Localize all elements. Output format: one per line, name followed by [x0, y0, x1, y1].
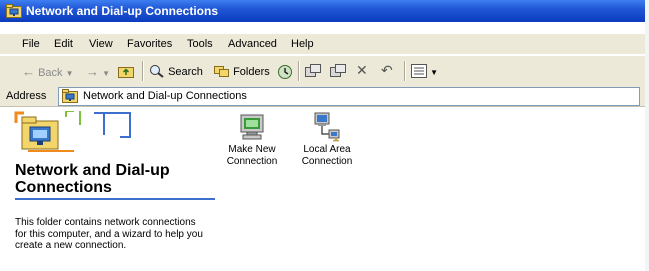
- back-arrow-icon: ←: [22, 64, 35, 79]
- menu-bar: File Edit View Favorites Tools Advanced …: [0, 34, 645, 54]
- delete-icon[interactable]: ✕: [356, 62, 368, 79]
- local-area-connection-label-2: Connection: [301, 156, 353, 167]
- make-new-connection-item[interactable]: Make New Connection: [212, 112, 292, 168]
- explorer-window: Network and Dial-up Connections File Edi…: [0, 0, 649, 271]
- make-new-connection-icon: [240, 114, 264, 140]
- address-input[interactable]: Network and Dial-up Connections: [58, 87, 640, 106]
- address-bar: Address Network and Dial-up Connections: [0, 86, 645, 107]
- pane-title-line2: Connections: [15, 179, 112, 196]
- menu-help[interactable]: Help: [291, 38, 314, 50]
- make-new-connection-label-2: Connection: [226, 156, 278, 167]
- folders-icon: [214, 66, 229, 77]
- move-to-button[interactable]: [305, 64, 321, 78]
- toolbar-separator: [298, 61, 300, 81]
- make-new-connection-label-1: Make New: [228, 144, 276, 155]
- title-bar[interactable]: Network and Dial-up Connections: [0, 0, 645, 22]
- up-folder-button[interactable]: [117, 64, 135, 81]
- back-label: Back: [38, 67, 63, 79]
- local-area-connection-label-1: Local Area: [303, 144, 351, 155]
- address-value: Network and Dial-up Connections: [83, 90, 247, 102]
- up-folder-icon: [118, 67, 134, 78]
- menu-file[interactable]: File: [22, 38, 40, 50]
- views-button[interactable]: ▼: [411, 64, 438, 78]
- address-label: Address: [6, 90, 47, 102]
- search-label: Search: [168, 66, 203, 78]
- network-folder-icon: [6, 4, 22, 21]
- local-area-connection-icon: [314, 112, 340, 142]
- move-to-icon: [305, 64, 321, 77]
- toolbar-separator: [404, 61, 406, 81]
- forward-button[interactable]: → ▼: [86, 64, 110, 79]
- history-button[interactable]: [277, 64, 293, 80]
- menu-favorites[interactable]: Favorites: [127, 38, 172, 50]
- toolbar-separator: [142, 61, 144, 81]
- undo-icon[interactable]: ↶: [381, 62, 393, 79]
- history-icon: [278, 65, 292, 79]
- copy-to-button[interactable]: [330, 64, 346, 78]
- folder-content: Network and Dial-up Connections This fol…: [0, 107, 645, 271]
- views-icon: [411, 64, 427, 78]
- folders-button[interactable]: Folders: [214, 64, 270, 78]
- network-banner-icon: [14, 110, 134, 160]
- menu-tools[interactable]: Tools: [187, 38, 213, 50]
- menu-edit[interactable]: Edit: [54, 38, 73, 50]
- network-folder-icon: [62, 89, 78, 106]
- window-title: Network and Dial-up Connections: [26, 4, 219, 18]
- pane-title: Network and Dial-up Connections: [15, 162, 215, 196]
- back-button[interactable]: ← Back ▼: [22, 64, 74, 79]
- local-area-connection-item[interactable]: Local Area Connection: [287, 112, 367, 168]
- forward-dropdown-icon[interactable]: ▼: [102, 69, 110, 78]
- search-icon: [150, 65, 164, 78]
- pane-title-line1: Network and Dial-up: [15, 162, 170, 179]
- forward-arrow-icon: →: [86, 64, 99, 79]
- views-dropdown-icon[interactable]: ▼: [430, 68, 438, 77]
- toolbar: ← Back ▼ → ▼ Search Folders ✕ ↶ ▼: [0, 55, 645, 87]
- folders-label: Folders: [233, 66, 270, 78]
- copy-to-icon: [330, 64, 346, 77]
- menu-view[interactable]: View: [89, 38, 113, 50]
- back-dropdown-icon[interactable]: ▼: [66, 69, 74, 78]
- menu-advanced[interactable]: Advanced: [228, 38, 277, 50]
- pane-description: This folder contains network connections…: [15, 217, 203, 251]
- web-view-pane: Network and Dial-up Connections This fol…: [0, 107, 216, 271]
- pane-divider: [15, 198, 215, 200]
- search-button[interactable]: Search: [149, 64, 203, 78]
